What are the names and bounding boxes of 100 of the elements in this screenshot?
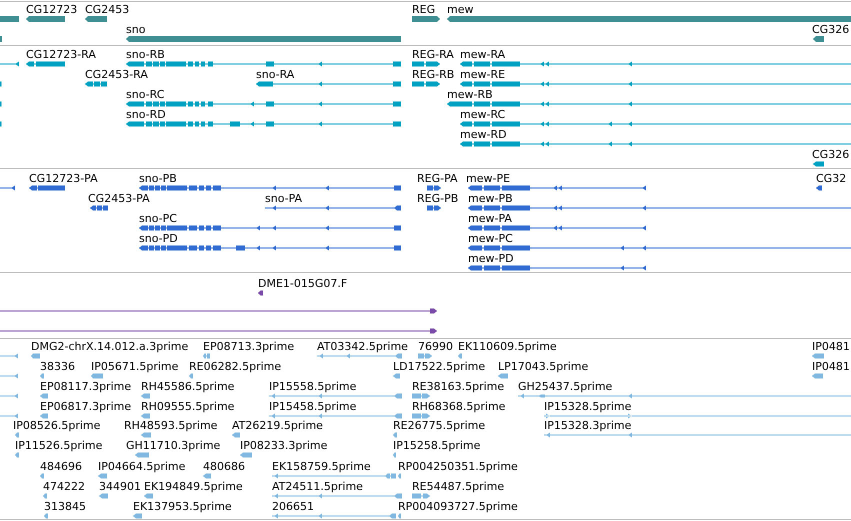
feature-glyph[interactable] [460, 142, 851, 146]
feature-glyph[interactable] [258, 290, 263, 296]
feature-label: mew-RA [460, 48, 506, 61]
feature-label: RH68368.5prime [412, 400, 506, 413]
feature-label: IP0481 [812, 360, 850, 373]
feature-glyph[interactable] [412, 16, 440, 22]
feature-label: mew [447, 3, 474, 16]
feature-label: sno-PC [139, 212, 177, 225]
feature-label: CG326 [812, 148, 850, 161]
feature-glyph[interactable] [265, 206, 401, 210]
feature-label: RH09555.5prime [141, 400, 234, 413]
feature-label: EP08713.3prime [203, 340, 294, 353]
feature-glyph[interactable] [816, 186, 822, 190]
feature-label: RE54487.5prime [412, 480, 504, 493]
feature-glyph[interactable] [126, 122, 401, 126]
feature-glyph[interactable] [26, 16, 65, 22]
feature-glyph[interactable] [468, 206, 851, 210]
feature-label: sno-RA [256, 68, 294, 81]
feature-glyph[interactable] [85, 16, 107, 22]
feature-label: REG-PA [417, 172, 458, 185]
feature-label: IP08233.3prime [240, 439, 328, 452]
feature-glyph[interactable] [447, 102, 851, 106]
feature-label: IP05671.5prime [91, 360, 178, 373]
feature-glyph[interactable] [26, 62, 65, 66]
feature-label: mew-PB [468, 192, 513, 205]
feature-glyph[interactable] [813, 36, 824, 42]
feature-glyph[interactable] [256, 82, 401, 86]
feature-glyph[interactable] [813, 162, 824, 166]
feature-label: CG12723-PA [29, 172, 98, 185]
feature-label: sno-RD [126, 108, 166, 121]
feature-glyph[interactable] [427, 186, 441, 190]
feature-glyph[interactable] [139, 186, 401, 190]
feature-label: sno-RC [126, 88, 164, 101]
feature-label: 38336 [40, 360, 75, 373]
feature-label: CG32 [816, 172, 846, 185]
feature-label: IP15328.5prime [544, 400, 632, 413]
feature-label: REG-RA [412, 48, 454, 61]
feature-label: EK137953.5prime [133, 500, 232, 513]
feature-glyph[interactable] [412, 62, 440, 66]
feature-label: RP004093727.5prime [398, 500, 518, 513]
feature-label: RH48593.5prime [124, 419, 218, 432]
feature-label: CG2453-RA [85, 68, 148, 81]
feature-label: sno [126, 23, 146, 36]
feature-label: RP004250351.5prime [398, 460, 518, 473]
feature-glyph[interactable] [139, 246, 401, 250]
feature-glyph[interactable] [460, 122, 851, 126]
feature-glyph[interactable] [0, 62, 19, 66]
feature-label: mew-PA [468, 212, 512, 225]
feature-label: RH45586.5prime [141, 380, 234, 393]
feature-label: LD17522.5prime [393, 360, 486, 373]
feature-label: REG-PB [417, 192, 458, 205]
feature-label: 480686 [203, 460, 245, 473]
feature-label: sno-PA [265, 192, 302, 205]
feature-glyph[interactable] [468, 186, 646, 190]
feature-label: EK194849.5prime [144, 480, 243, 493]
feature-glyph[interactable] [460, 82, 851, 86]
feature-glyph[interactable] [468, 226, 646, 230]
feature-label: DMG2-chrX.14.012.a.3prime [31, 340, 188, 353]
feature-glyph[interactable] [460, 62, 851, 66]
feature-glyph[interactable] [427, 206, 441, 210]
feature-label: REG-RB [412, 68, 454, 81]
feature-glyph[interactable] [85, 82, 107, 86]
feature-glyph[interactable] [468, 246, 851, 250]
feature-glyph[interactable] [126, 62, 401, 66]
feature-label: DME1-015G07.F [258, 277, 348, 290]
feature-glyph[interactable] [468, 266, 646, 270]
feature-label: 344901 [99, 480, 141, 493]
feature-label: IP0481 [812, 340, 850, 353]
feature-label: sno-PB [139, 172, 177, 185]
feature-glyph[interactable] [0, 308, 437, 314]
feature-glyph[interactable] [412, 82, 440, 86]
feature-glyph[interactable] [0, 328, 437, 334]
feature-label: mew-RE [460, 68, 506, 81]
feature-label: IP04664.5prime [98, 460, 186, 473]
feature-label: IP15328.3prime [544, 419, 632, 432]
feature-glyph[interactable] [126, 102, 401, 106]
feature-label: RE06282.5prime [189, 360, 282, 373]
feature-label: IP15558.5prime [269, 380, 356, 393]
feature-label: AT24511.5prime [272, 480, 363, 493]
feature-glyph[interactable] [29, 186, 65, 190]
feature-label: EP08117.3prime [40, 380, 132, 393]
feature-label: sno-RB [126, 48, 165, 61]
feature-label: IP15258.5prime [393, 439, 480, 452]
feature-label: 206651 [272, 500, 314, 513]
feature-label: CG326 [812, 23, 850, 36]
feature-label: AT26219.5prime [232, 419, 323, 432]
feature-label: 484696 [40, 460, 82, 473]
feature-glyph[interactable] [0, 186, 15, 190]
feature-glyph[interactable] [139, 226, 401, 230]
feature-label: IP11526.5prime [15, 439, 102, 452]
feature-label: EK110609.5prime [458, 340, 557, 353]
feature-label: EP06817.3prime [40, 400, 132, 413]
feature-label: CG12723-RA [26, 48, 96, 61]
feature-label: 474222 [43, 480, 85, 493]
feature-label: CG2453-PA [88, 192, 150, 205]
feature-label: IP15458.5prime [269, 400, 356, 413]
feature-label: EK158759.5prime [272, 460, 371, 473]
feature-label: LP17043.5prime [498, 360, 588, 373]
feature-glyph[interactable] [90, 206, 108, 210]
feature-label: mew-PD [468, 252, 514, 265]
